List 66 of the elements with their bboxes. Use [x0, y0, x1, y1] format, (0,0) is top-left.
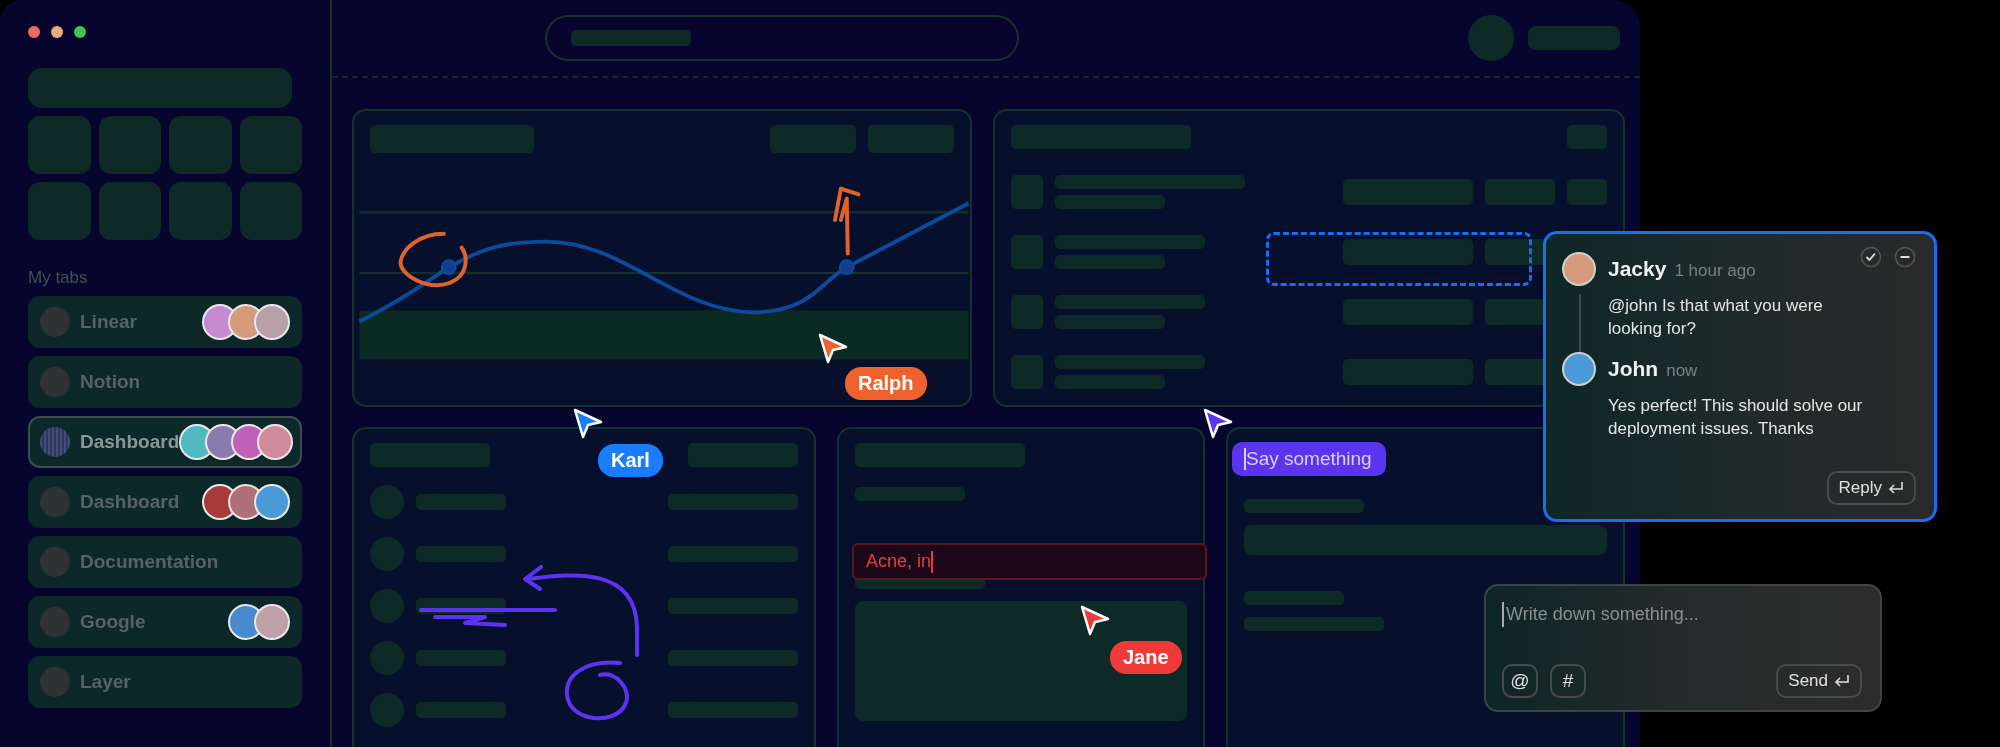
skeleton-bar — [370, 537, 404, 571]
text-input[interactable]: Acne, in — [852, 543, 1207, 580]
return-icon — [1888, 481, 1904, 495]
skeleton-bar — [370, 641, 404, 675]
return-icon — [1834, 674, 1850, 688]
check-circle-icon[interactable] — [1860, 246, 1882, 268]
skeleton-bar — [1567, 179, 1607, 205]
comment-author: Jacky — [1608, 257, 1667, 281]
skeleton-bar — [1485, 179, 1555, 205]
sidebar-tab[interactable]: Google — [28, 596, 302, 648]
sidebar-tab[interactable]: Layer — [28, 656, 302, 708]
skeleton-bar — [370, 693, 404, 727]
tab-icon — [40, 427, 70, 457]
send-button[interactable]: Send — [1776, 664, 1862, 698]
skeleton-tile — [28, 182, 91, 240]
cursor-arrow-icon — [1201, 406, 1235, 440]
arrow-scribble — [833, 186, 861, 256]
skeleton-tile — [98, 116, 161, 174]
tab-icon — [40, 367, 70, 397]
skeleton-bar — [1011, 175, 1043, 209]
sidebar-tab[interactable]: Dashboard — [28, 476, 302, 528]
comment-text: Yes perfect! This should solve our deployment issues. Thanks — [1608, 395, 1864, 440]
close-window-dot[interactable] — [28, 26, 40, 38]
comment-time: 1 hour ago — [1674, 261, 1756, 281]
comment-input[interactable]: Write down something... — [1502, 602, 1862, 627]
cursor-arrow-icon — [571, 406, 605, 440]
skeleton-bar — [1011, 295, 1043, 329]
circle-scribble — [398, 231, 468, 287]
avatar-placeholder — [1468, 15, 1514, 61]
skeleton-tile — [98, 182, 161, 240]
comment-time: now — [1666, 361, 1698, 381]
skeleton-tile — [239, 116, 302, 174]
tab-icon — [40, 607, 70, 637]
cursor-name-tag: Jane — [1110, 641, 1182, 674]
cursor-arrow-icon — [816, 331, 850, 365]
sidebar-tab[interactable]: Dashboard — [28, 416, 302, 468]
skeleton-bar — [370, 485, 404, 519]
skeleton-tile — [28, 116, 91, 174]
cursor-name-tag: Ralph — [845, 367, 927, 400]
tab-icon — [40, 487, 70, 517]
skeleton-tile — [169, 182, 232, 240]
skeleton-bar — [1011, 355, 1043, 389]
cursor-arrow-icon — [1078, 603, 1112, 637]
skeleton-bar — [370, 589, 404, 623]
minus-circle-icon[interactable] — [1894, 246, 1916, 268]
tool-button[interactable]: @ — [1502, 664, 1538, 698]
minimize-window-dot[interactable] — [51, 26, 63, 38]
comment-text: @john Is that what you were looking for? — [1608, 295, 1824, 340]
section-title: My tabs — [28, 268, 89, 288]
tab-icon — [40, 667, 70, 697]
skeleton-bar — [1567, 125, 1607, 149]
tab-icon — [40, 547, 70, 577]
skeleton-tile — [169, 116, 232, 174]
skeleton-tile — [239, 182, 302, 240]
sidebar-tab[interactable]: Notion — [28, 356, 302, 408]
search-field[interactable] — [545, 15, 1019, 61]
comment-author: John — [1608, 357, 1659, 381]
chat-bubble-field[interactable]: Say something — [1232, 442, 1386, 476]
skeleton-bar — [1011, 235, 1043, 269]
reply-button[interactable]: Reply — [1826, 471, 1916, 505]
sidebar-tab[interactable]: Linear — [28, 296, 302, 348]
sidebar-tab[interactable]: Documentation — [28, 536, 302, 588]
tab-icon — [40, 307, 70, 337]
cursor-name-tag: Karl — [598, 444, 663, 477]
maximize-window-dot[interactable] — [74, 26, 86, 38]
tool-button[interactable]: # — [1550, 664, 1586, 698]
